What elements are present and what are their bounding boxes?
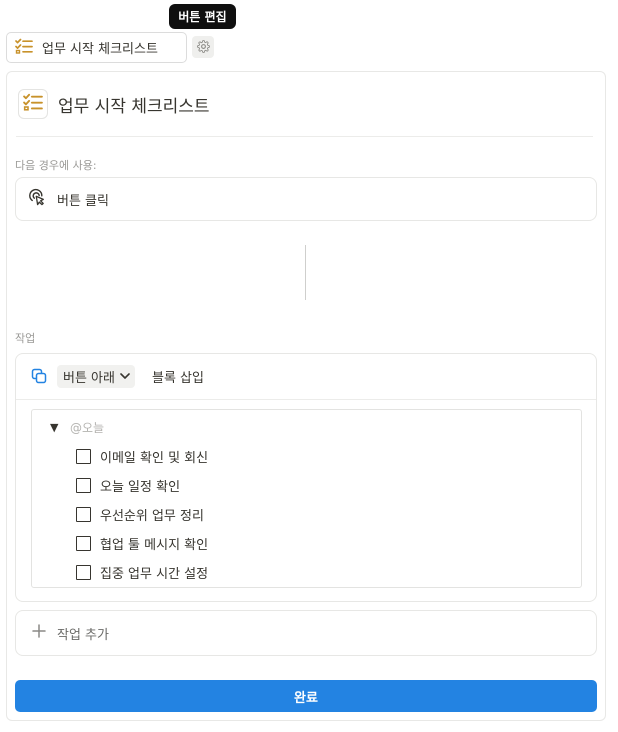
trigger-label: 버튼 클릭 — [57, 193, 109, 209]
checklist-button-chip[interactable]: 업무 시작 체크리스트 — [6, 32, 187, 63]
done-button[interactable]: 완료 — [15, 680, 597, 712]
trigger-section-label: 다음 경우에 사용: — [15, 159, 97, 172]
add-action-button[interactable]: 작업 추가 — [15, 610, 597, 656]
insert-position-value: 버튼 아래 — [63, 371, 115, 386]
checkbox[interactable] — [76, 449, 91, 464]
action-divider — [16, 399, 596, 400]
button-chip-label: 업무 시작 체크리스트 — [42, 42, 158, 57]
gear-icon — [196, 38, 210, 57]
todo-item[interactable]: 우선순위 업무 정리 — [76, 505, 204, 524]
click-icon — [28, 188, 46, 210]
plus-icon — [32, 624, 46, 642]
checkbox[interactable] — [76, 565, 91, 580]
action-header-row: 버튼 아래 블록 삽입 — [16, 354, 596, 399]
edit-button-settings[interactable] — [192, 36, 214, 58]
todo-label: 이메일 확인 및 회신 — [100, 451, 209, 466]
todo-label: 오늘 일정 확인 — [100, 480, 181, 495]
checkbox[interactable] — [76, 478, 91, 493]
todo-label: 우선순위 업무 정리 — [100, 509, 204, 524]
copy-icon — [31, 368, 47, 388]
toggle-label: @오늘 — [70, 421, 105, 435]
tooltip-text: 버튼 편집 — [178, 10, 227, 24]
toggle-triangle-icon[interactable]: ▼ — [50, 421, 62, 434]
actions-section-label: 작업 — [15, 332, 36, 345]
add-action-label: 작업 추가 — [57, 627, 109, 643]
action-card: 버튼 아래 블록 삽입 ▼ @오늘 이메일 확인 및 회신 오늘 일정 확인 우… — [15, 353, 597, 602]
block-content-editor[interactable]: ▼ @오늘 이메일 확인 및 회신 오늘 일정 확인 우선순위 업무 정리 협업… — [31, 409, 582, 588]
trigger-card[interactable]: 버튼 클릭 — [15, 177, 597, 221]
todo-item[interactable]: 집중 업무 시간 설정 — [76, 563, 208, 582]
checklist-icon — [15, 38, 33, 58]
toggle-block[interactable]: ▼ @오늘 — [50, 419, 104, 436]
checkbox[interactable] — [76, 507, 91, 522]
todo-item[interactable]: 오늘 일정 확인 — [76, 476, 180, 495]
checklist-icon — [23, 93, 43, 115]
button-name-input[interactable]: 업무 시작 체크리스트 — [58, 92, 210, 117]
edit-button-tooltip: 버튼 편집 — [169, 4, 236, 29]
flow-connector — [305, 245, 306, 300]
chevron-down-icon — [120, 369, 130, 384]
todo-item[interactable]: 협업 툴 메시지 확인 — [76, 534, 208, 553]
header-icon-button[interactable] — [18, 89, 48, 119]
done-button-label: 완료 — [294, 690, 318, 706]
todo-item[interactable]: 이메일 확인 및 회신 — [76, 447, 208, 466]
header-divider — [16, 136, 593, 137]
checkbox[interactable] — [76, 536, 91, 551]
todo-label: 협업 툴 메시지 확인 — [100, 538, 209, 553]
todo-label: 집중 업무 시간 설정 — [100, 567, 209, 582]
insert-position-select[interactable]: 버튼 아래 — [57, 365, 135, 388]
action-type-label: 블록 삽입 — [152, 371, 204, 386]
